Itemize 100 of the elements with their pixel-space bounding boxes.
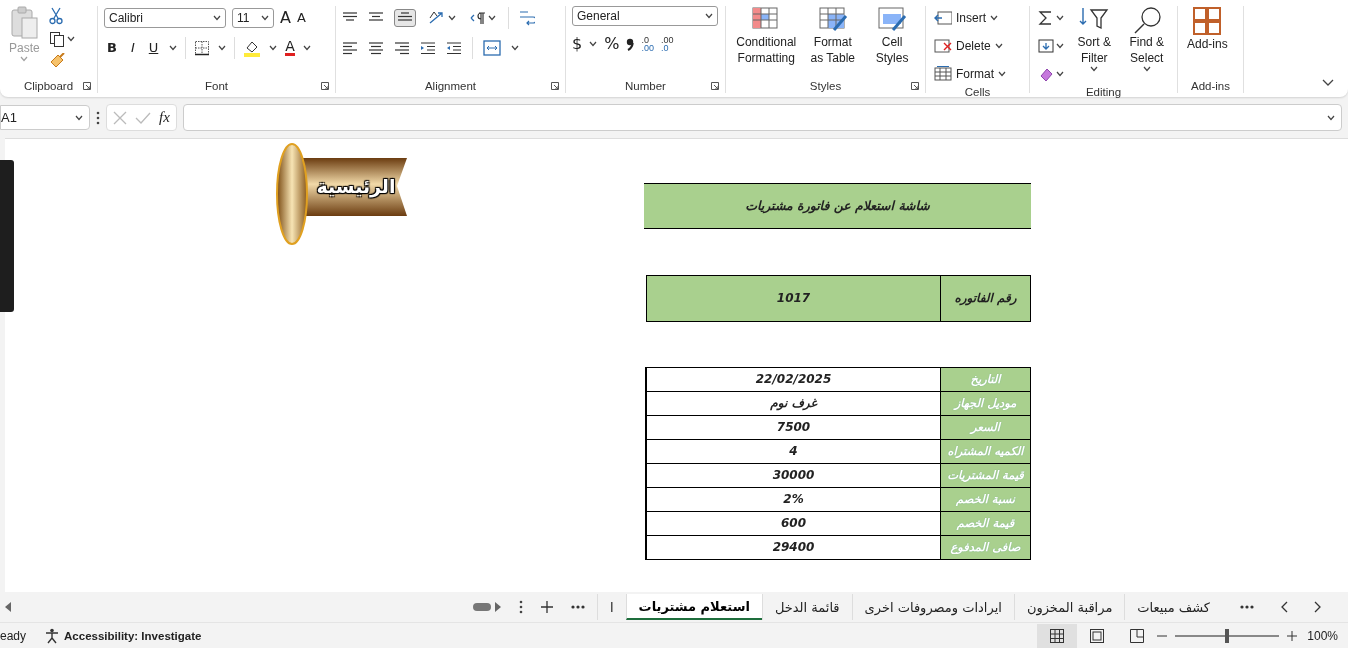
orientation-icon[interactable] bbox=[428, 10, 446, 26]
add-sheet-icon[interactable] bbox=[540, 601, 553, 614]
enter-check-icon[interactable] bbox=[135, 110, 151, 125]
scroll-left-icon[interactable] bbox=[4, 602, 12, 613]
cells-menu-button[interactable]: Format bbox=[932, 62, 1008, 86]
sheet-tab[interactable]: كشف مبيعات bbox=[1124, 594, 1222, 621]
caret-icon[interactable] bbox=[994, 43, 1003, 49]
caret-icon[interactable] bbox=[1056, 43, 1064, 49]
invoice-number-cell[interactable]: 1017 bbox=[647, 275, 940, 321]
dialog-launcher-icon[interactable] bbox=[321, 82, 329, 90]
caret-icon[interactable] bbox=[998, 71, 1006, 77]
sheet-tab[interactable]: ا bbox=[596, 594, 626, 621]
fill-down-icon[interactable] bbox=[1038, 38, 1054, 54]
add-ins-button[interactable]: Add-ins bbox=[1184, 6, 1231, 79]
eraser-icon[interactable] bbox=[1038, 66, 1054, 82]
scissors-icon[interactable] bbox=[48, 7, 63, 25]
shrink-font-button[interactable]: A bbox=[296, 10, 306, 26]
increase-indent-icon[interactable] bbox=[420, 41, 436, 55]
decrease-decimal-button[interactable]: .00 .0 bbox=[660, 36, 674, 52]
find-select-button[interactable]: Find & Select bbox=[1122, 6, 1171, 86]
more-options-icon[interactable] bbox=[96, 110, 100, 125]
page-break-icon[interactable] bbox=[1130, 628, 1145, 643]
caret-icon[interactable] bbox=[511, 45, 519, 51]
sum-icon[interactable] bbox=[1038, 10, 1054, 26]
sheet-tab[interactable]: استعلام مشتريات bbox=[625, 594, 762, 621]
paragraph-direction-icon[interactable] bbox=[470, 11, 486, 25]
currency-button[interactable]: $ bbox=[572, 36, 583, 52]
accessibility-status[interactable]: Accessibility: Investigate bbox=[64, 629, 202, 642]
zoom-level[interactable]: 100% bbox=[1307, 628, 1338, 643]
caret-icon[interactable] bbox=[1056, 15, 1064, 21]
cell-styles-button[interactable]: Cell Styles bbox=[865, 6, 919, 79]
caret-icon[interactable] bbox=[218, 45, 227, 51]
caret-icon[interactable] bbox=[213, 15, 221, 21]
caret-icon[interactable] bbox=[1327, 114, 1335, 121]
dialog-launcher-icon[interactable] bbox=[711, 82, 719, 90]
format-painter-icon[interactable] bbox=[48, 53, 65, 69]
italic-button[interactable]: I bbox=[127, 40, 138, 56]
caret-icon[interactable] bbox=[75, 114, 83, 121]
underline-button[interactable]: U bbox=[145, 40, 162, 56]
caret-icon[interactable] bbox=[589, 41, 598, 47]
name-box[interactable]: A1 bbox=[0, 105, 90, 131]
scroll-thumb-icon[interactable] bbox=[472, 602, 501, 613]
comma-style-icon[interactable] bbox=[626, 37, 635, 51]
dialog-launcher-icon[interactable] bbox=[911, 82, 919, 90]
more-tabs-icon[interactable] bbox=[1240, 605, 1254, 610]
field-label: صافى المدفوع bbox=[940, 535, 1030, 559]
more-tabs-icon[interactable] bbox=[570, 605, 585, 610]
font-color-button[interactable]: A bbox=[285, 40, 295, 56]
clipboard-icon bbox=[9, 6, 40, 40]
percent-button[interactable]: % bbox=[604, 36, 620, 52]
caret-icon[interactable] bbox=[302, 45, 311, 51]
field-label: موديل الجهاز bbox=[940, 391, 1030, 415]
caret-icon[interactable] bbox=[1056, 71, 1064, 77]
align-left-icon[interactable] bbox=[342, 41, 358, 55]
caret-icon[interactable] bbox=[488, 15, 496, 21]
caret-icon[interactable] bbox=[1090, 66, 1099, 72]
font-name-dropdown[interactable]: Calibri bbox=[104, 8, 226, 28]
decrease-indent-icon[interactable] bbox=[446, 41, 462, 55]
center-icon[interactable] bbox=[368, 41, 384, 55]
previous-sheet-icon[interactable] bbox=[1280, 601, 1288, 614]
ribbon-banner-drawing[interactable] bbox=[275, 141, 407, 246]
zoom-in-icon[interactable] bbox=[1287, 630, 1298, 641]
align-right-icon[interactable] bbox=[394, 41, 410, 55]
sheet-tab[interactable]: مراقبة المخزون bbox=[1013, 594, 1125, 621]
cells-menu-button[interactable]: Insert bbox=[932, 6, 1008, 30]
caret-icon[interactable] bbox=[169, 45, 178, 51]
zoom-out-icon[interactable] bbox=[1157, 634, 1168, 637]
normal-view-icon[interactable] bbox=[1050, 628, 1065, 643]
fill-color-icon[interactable] bbox=[243, 39, 262, 57]
increase-decimal-button[interactable]: .0 .00 bbox=[641, 36, 654, 52]
zoom-slider-thumb[interactable] bbox=[1225, 628, 1230, 643]
cells-menu-button[interactable]: Delete bbox=[932, 34, 1008, 58]
field-label: السعر bbox=[940, 415, 1030, 439]
page-layout-icon[interactable] bbox=[1090, 628, 1105, 643]
caret-icon[interactable] bbox=[261, 15, 269, 21]
caret-icon[interactable] bbox=[990, 15, 998, 21]
next-sheet-icon[interactable] bbox=[1314, 601, 1322, 614]
merge-center-icon[interactable] bbox=[483, 40, 501, 56]
insert-function-button[interactable]: fx bbox=[159, 109, 170, 127]
font-size-dropdown[interactable]: 11 bbox=[232, 8, 274, 28]
grow-font-button[interactable]: A bbox=[280, 10, 291, 26]
collapse-ribbon-icon[interactable] bbox=[1322, 79, 1334, 87]
caret-icon[interactable] bbox=[66, 36, 75, 42]
caret-icon[interactable] bbox=[448, 15, 456, 21]
number-format-dropdown[interactable]: General bbox=[572, 6, 718, 26]
dialog-launcher-icon[interactable] bbox=[551, 82, 559, 90]
wrap-text-icon[interactable] bbox=[519, 9, 535, 27]
borders-icon[interactable] bbox=[194, 40, 211, 56]
caret-icon[interactable] bbox=[1142, 66, 1151, 72]
more-options-icon[interactable] bbox=[518, 600, 523, 615]
sheet-tab[interactable]: ايرادات ومصروفات اخرى bbox=[851, 594, 1014, 621]
caret-icon[interactable] bbox=[269, 45, 278, 51]
bold-button[interactable]: B bbox=[104, 40, 120, 56]
format-as-table-button[interactable]: Format as Table bbox=[804, 6, 862, 79]
formula-input[interactable] bbox=[182, 104, 1342, 132]
sort-filter-button[interactable]: Sort & Filter bbox=[1070, 6, 1119, 86]
caret-icon[interactable] bbox=[705, 13, 713, 19]
conditional-formatting-button[interactable]: Conditional Formatting bbox=[732, 6, 801, 79]
dialog-launcher-icon[interactable] bbox=[83, 82, 91, 90]
copy-icon[interactable] bbox=[48, 31, 65, 47]
